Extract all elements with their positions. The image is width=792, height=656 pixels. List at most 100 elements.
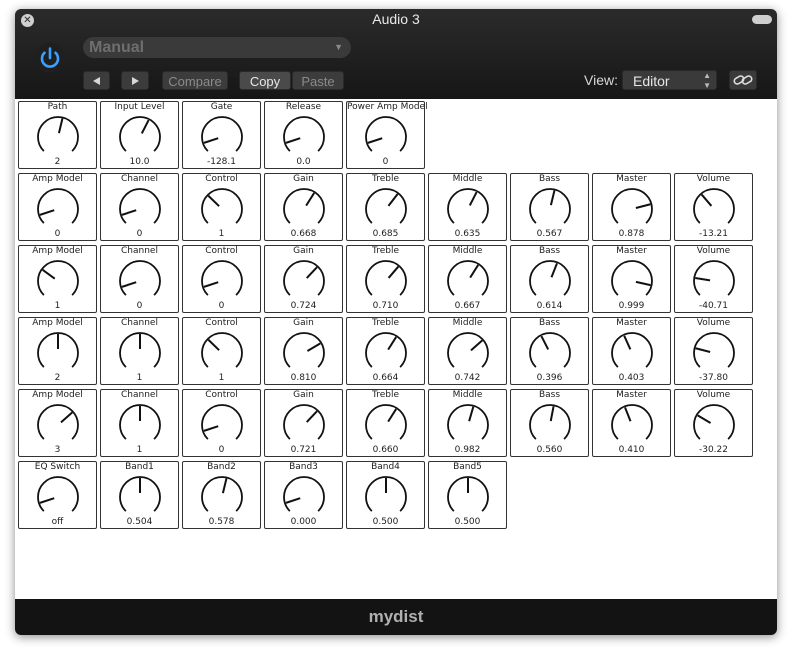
- knob-dial: [201, 260, 243, 296]
- knob-value: 1: [218, 229, 225, 239]
- knob-indicator: [207, 339, 220, 351]
- knob-indicator: [203, 281, 219, 288]
- knob-treble[interactable]: Treble 0.660: [346, 389, 425, 457]
- knob-control[interactable]: Control 0: [182, 389, 261, 457]
- knob-middle[interactable]: Middle 0.635: [428, 173, 507, 241]
- knob-label: Treble: [372, 174, 399, 184]
- knob-power-amp-model[interactable]: Power Amp Model 0: [346, 101, 428, 169]
- knob-value: 0.635: [454, 229, 481, 239]
- knob-input-level[interactable]: Input Level 10.0: [100, 101, 179, 169]
- knob-label: Master: [616, 390, 647, 400]
- knob-amp-model[interactable]: Amp Model 3: [18, 389, 97, 457]
- knob-bass[interactable]: Bass 0.560: [510, 389, 589, 457]
- knob-amp-model[interactable]: Amp Model 1: [18, 245, 97, 313]
- knob-band3[interactable]: Band3 0.000: [264, 461, 343, 529]
- knob-bass[interactable]: Bass 0.396: [510, 317, 589, 385]
- knob-channel[interactable]: Channel 0: [100, 173, 179, 241]
- knob-band2[interactable]: Band2 0.578: [182, 461, 261, 529]
- knob-channel[interactable]: Channel 1: [100, 389, 179, 457]
- knob-volume[interactable]: Volume -30.22: [674, 389, 753, 457]
- knob-dial: [611, 404, 653, 440]
- knob-treble[interactable]: Treble 0.685: [346, 173, 425, 241]
- knob-gain[interactable]: Gain 0.668: [264, 173, 343, 241]
- window-title: Audio 3: [372, 11, 420, 27]
- knob-dial: [447, 188, 489, 224]
- knob-label: Bass: [538, 246, 561, 256]
- knob-value: 2: [54, 157, 61, 167]
- knob-dial: [283, 116, 325, 152]
- knob-indicator: [624, 406, 632, 422]
- knob-channel[interactable]: Channel 0: [100, 245, 179, 313]
- knob-indicator: [203, 425, 219, 432]
- view-value: Editor: [633, 73, 670, 89]
- knob-dial: [693, 260, 735, 296]
- knob-band5[interactable]: Band5 0.500: [428, 461, 507, 529]
- knob-amp-model[interactable]: Amp Model 2: [18, 317, 97, 385]
- knob-label: Control: [205, 318, 238, 328]
- knob-label: Band5: [453, 462, 482, 472]
- knob-volume[interactable]: Volume -37.80: [674, 317, 753, 385]
- knob-dial: [201, 476, 243, 512]
- knob-band1[interactable]: Band1 0.504: [100, 461, 179, 529]
- knob-master[interactable]: Master 0.878: [592, 173, 671, 241]
- knob-master[interactable]: Master 0.410: [592, 389, 671, 457]
- knob-dial: [119, 260, 161, 296]
- paste-button[interactable]: Paste: [292, 71, 344, 90]
- knob-indicator: [549, 190, 556, 206]
- knob-treble[interactable]: Treble 0.710: [346, 245, 425, 313]
- knob-dial: [37, 260, 79, 296]
- knob-control[interactable]: Control 1: [182, 173, 261, 241]
- knob-eq-switch[interactable]: EQ Switch off: [18, 461, 97, 529]
- knob-value: 0: [218, 301, 225, 311]
- knob-gain[interactable]: Gain 0.724: [264, 245, 343, 313]
- knob-band4[interactable]: Band4 0.500: [346, 461, 425, 529]
- arrow-right-icon: [132, 77, 139, 85]
- knob-middle[interactable]: Middle 0.982: [428, 389, 507, 457]
- knob-value: 1: [54, 301, 61, 311]
- knob-path[interactable]: Path 2: [18, 101, 97, 169]
- knob-bass[interactable]: Bass 0.567: [510, 173, 589, 241]
- power-icon[interactable]: [34, 42, 66, 74]
- knob-value: off: [51, 517, 64, 527]
- next-preset-button[interactable]: [121, 71, 149, 90]
- knob-gate[interactable]: Gate -128.1: [182, 101, 261, 169]
- link-button[interactable]: [729, 70, 757, 90]
- knob-bass[interactable]: Bass 0.614: [510, 245, 589, 313]
- knob-release[interactable]: Release 0.0: [264, 101, 343, 169]
- knob-dial: [365, 476, 407, 512]
- prev-preset-button[interactable]: [83, 71, 110, 90]
- knob-dial: [611, 188, 653, 224]
- knob-indicator: [367, 137, 383, 144]
- knob-value: 0.664: [372, 373, 399, 383]
- knob-gain[interactable]: Gain 0.721: [264, 389, 343, 457]
- knob-indicator: [387, 265, 400, 279]
- knob-label: Volume: [696, 174, 731, 184]
- knob-value: 0.396: [536, 373, 563, 383]
- knob-dial: [365, 404, 407, 440]
- knob-indicator: [540, 335, 550, 350]
- knob-label: Amp Model: [32, 246, 83, 256]
- knob-master[interactable]: Master 0.403: [592, 317, 671, 385]
- knob-label: Treble: [372, 318, 399, 328]
- knob-control[interactable]: Control 0: [182, 245, 261, 313]
- knob-volume[interactable]: Volume -40.71: [674, 245, 753, 313]
- knob-amp-model[interactable]: Amp Model 0: [18, 173, 97, 241]
- knob-volume[interactable]: Volume -13.21: [674, 173, 753, 241]
- knob-treble[interactable]: Treble 0.664: [346, 317, 425, 385]
- knob-value: 0.560: [536, 445, 563, 455]
- toolbar-toggle-button[interactable]: [752, 15, 772, 24]
- view-select[interactable]: Editor ▲ ▼: [622, 70, 717, 90]
- knob-middle[interactable]: Middle 0.667: [428, 245, 507, 313]
- knob-channel[interactable]: Channel 1: [100, 317, 179, 385]
- knob-gain[interactable]: Gain 0.810: [264, 317, 343, 385]
- compare-button[interactable]: Compare: [162, 71, 228, 90]
- preset-dropdown[interactable]: Manual ▼: [83, 37, 351, 58]
- knob-value: 0: [136, 229, 143, 239]
- knob-control[interactable]: Control 1: [182, 317, 261, 385]
- knob-label: Gain: [293, 390, 314, 400]
- knob-master[interactable]: Master 0.999: [592, 245, 671, 313]
- copy-button[interactable]: Copy: [239, 71, 291, 90]
- knob-dial: [693, 332, 735, 368]
- knob-middle[interactable]: Middle 0.742: [428, 317, 507, 385]
- knob-value: 0.000: [290, 517, 317, 527]
